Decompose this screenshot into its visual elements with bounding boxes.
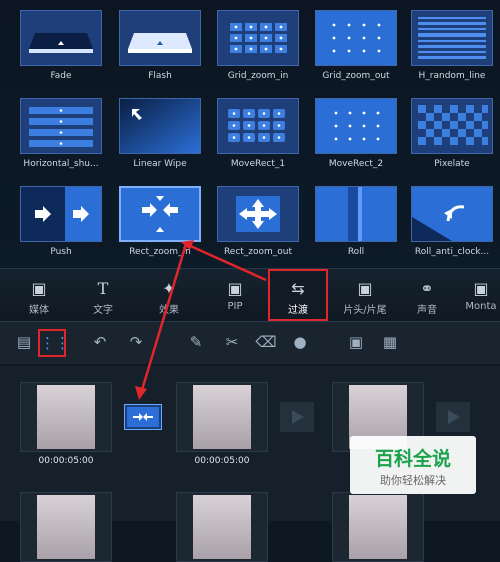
move-rect-1-icon bbox=[217, 98, 299, 154]
settings-icon[interactable]: ▦ bbox=[378, 330, 402, 354]
clip-thumbnail bbox=[349, 495, 407, 559]
empty-transition-slot[interactable] bbox=[280, 402, 314, 432]
pip-film-icon: ▣ bbox=[227, 279, 243, 298]
transition-label: Flash bbox=[148, 71, 172, 81]
timeline-view-icon[interactable]: ▤ bbox=[12, 330, 36, 354]
microphone-icon[interactable]: ● bbox=[288, 330, 312, 354]
cut-icon[interactable]: ✂ bbox=[220, 330, 244, 354]
transition-label: Grid_zoom_out bbox=[322, 71, 390, 81]
transition-icon: ⇆ bbox=[291, 279, 305, 298]
tab-media[interactable]: ▣ 媒体 bbox=[8, 269, 70, 321]
clip-4[interactable] bbox=[20, 492, 112, 562]
clip-thumbnail bbox=[37, 385, 95, 449]
rect-zoom-in-icon bbox=[119, 186, 201, 242]
flash-icon bbox=[119, 10, 201, 66]
transition-label: Roll_anti_clock... bbox=[414, 247, 490, 257]
undo-icon[interactable]: ↶ bbox=[88, 330, 112, 354]
snapshot-icon[interactable]: ▣ bbox=[344, 330, 368, 354]
redo-icon[interactable]: ↷ bbox=[124, 330, 148, 354]
transition-label: Horizontal_shu... bbox=[23, 159, 99, 169]
clip-duration: 00:00:05:00 bbox=[38, 456, 94, 466]
grid-zoom-in-icon bbox=[217, 10, 299, 66]
text-t-icon: T bbox=[97, 279, 109, 298]
edit-icon[interactable]: ✎ bbox=[184, 330, 208, 354]
tab-label: 片头/片尾 bbox=[343, 305, 387, 316]
clip-duration: 00:00:05:00 bbox=[194, 456, 250, 466]
transition-label: MoveRect_1 bbox=[230, 159, 286, 169]
linear-wipe-icon bbox=[119, 98, 201, 154]
tab-label: 效果 bbox=[159, 305, 179, 316]
transition-label: Roll bbox=[347, 247, 365, 257]
roll-anti-clock-icon bbox=[411, 186, 493, 242]
tab-effects[interactable]: ✦ 效果 bbox=[138, 269, 200, 321]
clip-2[interactable] bbox=[176, 382, 268, 452]
empty-transition-slot[interactable] bbox=[436, 402, 470, 432]
transition-label: H_random_line bbox=[418, 71, 486, 81]
clip-thumbnail bbox=[37, 495, 95, 559]
effect-wand-icon: ✦ bbox=[162, 279, 176, 298]
transition-label: Rect_zoom_in bbox=[129, 247, 191, 257]
rect-zoom-out-icon bbox=[217, 186, 299, 242]
tab-sound[interactable]: ⚭ 声音 bbox=[398, 269, 456, 321]
media-film-icon: ▣ bbox=[31, 279, 47, 298]
transition-label: Pixelate bbox=[434, 159, 470, 169]
move-rect-2-icon bbox=[315, 98, 397, 154]
timeline-toolbar: ▤ ⋮⋮ ↶ ↷ ✎ ✂ ⌫ ● ▣ ▦ bbox=[0, 322, 500, 364]
storyboard-view-icon[interactable]: ⋮⋮ bbox=[38, 329, 70, 357]
grid-zoom-out-icon bbox=[315, 10, 397, 66]
transition-label: Linear Wipe bbox=[133, 159, 187, 169]
tab-label: 媒体 bbox=[29, 305, 49, 316]
transition-label: Grid_zoom_in bbox=[227, 71, 289, 81]
push-icon bbox=[20, 186, 102, 242]
tab-label: Monta bbox=[465, 301, 497, 312]
transition-label: Rect_zoom_out bbox=[223, 247, 293, 257]
intro-outro-icon: ▣ bbox=[357, 279, 373, 298]
fade-icon bbox=[20, 10, 102, 66]
tab-montage[interactable]: ▣ Monta bbox=[462, 269, 500, 321]
watermark-badge: 百科全说 助你轻松解决 bbox=[350, 436, 476, 494]
tab-text[interactable]: T 文字 bbox=[72, 269, 134, 321]
transition-label: Push bbox=[50, 247, 72, 257]
clip-5[interactable] bbox=[176, 492, 268, 562]
category-tab-bar: ▣ 媒体 T 文字 ✦ 效果 ▣ PIP ⇆ 过渡 ▣ 片头/片尾 ⚭ 声音 ▣ Monta bbox=[0, 268, 500, 322]
clip-6[interactable] bbox=[332, 492, 424, 562]
clip-thumbnail bbox=[193, 495, 251, 559]
tab-label: 文字 bbox=[93, 305, 113, 316]
tab-transitions[interactable]: ⇆ 过渡 bbox=[268, 269, 328, 321]
clip-1[interactable] bbox=[20, 382, 112, 452]
tab-label: PIP bbox=[227, 301, 243, 312]
tab-label: 过渡 bbox=[288, 305, 308, 316]
horizontal-shutter-icon bbox=[20, 98, 102, 154]
pixelate-icon bbox=[411, 98, 493, 154]
tab-pip[interactable]: ▣ PIP bbox=[204, 269, 266, 321]
watermark-title: 百科全说 bbox=[374, 448, 451, 470]
transition-label: Fade bbox=[50, 71, 72, 81]
tab-label: 声音 bbox=[417, 305, 437, 316]
clip-thumbnail bbox=[193, 385, 251, 449]
transition-label: MoveRect_2 bbox=[328, 159, 384, 169]
tab-intro-outro[interactable]: ▣ 片头/片尾 bbox=[334, 269, 396, 321]
roll-icon bbox=[315, 186, 397, 242]
montage-icon: ▣ bbox=[473, 279, 489, 298]
transition-slot-rect-zoom-in[interactable] bbox=[124, 404, 162, 430]
headphones-icon: ⚭ bbox=[420, 279, 434, 298]
watermark-subtitle: 助你轻松解决 bbox=[380, 474, 446, 487]
delete-icon[interactable]: ⌫ bbox=[254, 330, 278, 354]
h-random-line-icon bbox=[411, 10, 493, 66]
